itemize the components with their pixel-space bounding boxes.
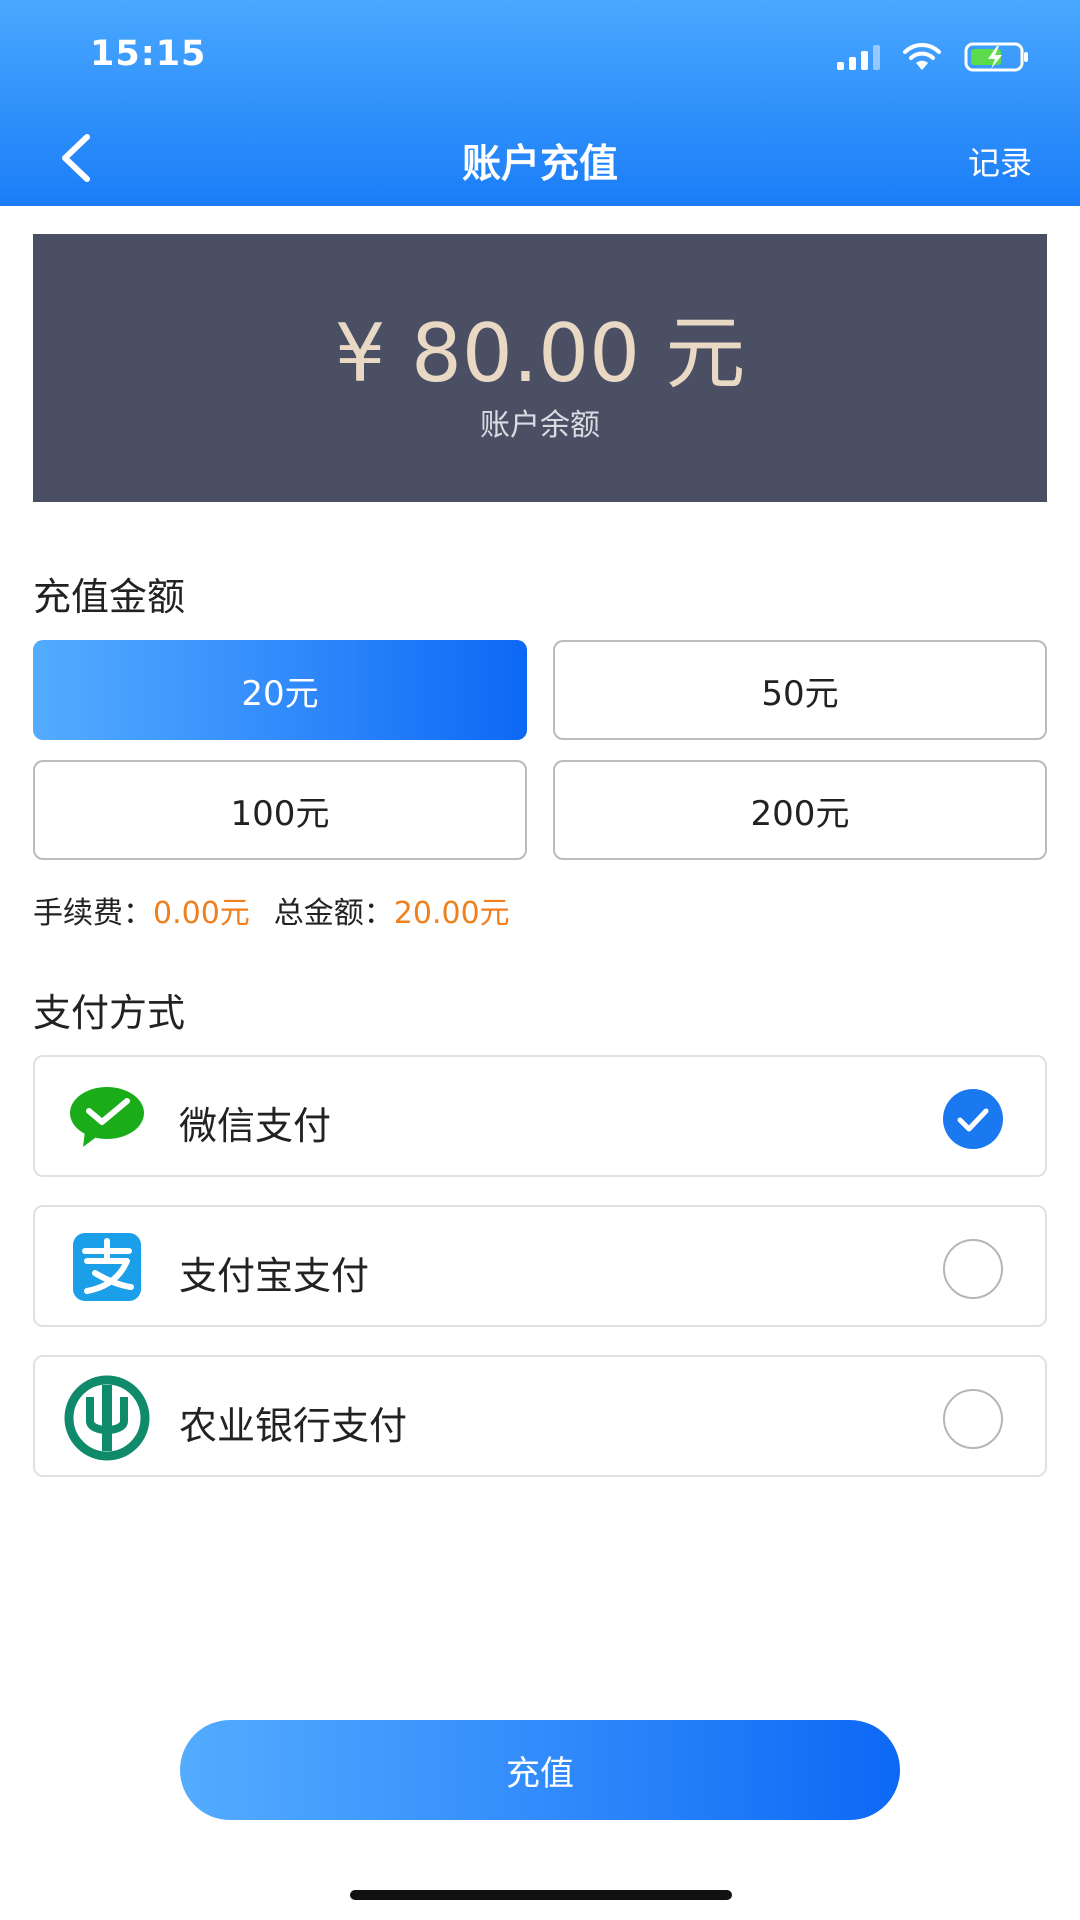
fee-value: 0.00元 — [153, 896, 250, 931]
home-indicator[interactable] — [350, 1890, 732, 1900]
payment-method-alipay[interactable]: 支付宝支付 — [33, 1205, 1047, 1327]
page-title: 账户充值 — [461, 142, 618, 187]
amount-option-label: 20元 — [241, 673, 319, 714]
fee-summary: 手续费： 0.00元 总金额： 20.00元 — [33, 888, 510, 932]
payment-section-title: 支付方式 — [33, 991, 186, 1035]
payment-method-abc-bank[interactable]: 农业银行支付 — [33, 1355, 1047, 1477]
status-icons — [837, 40, 1030, 74]
payment-method-wechat[interactable]: 微信支付 — [33, 1055, 1047, 1177]
balance-amount: ¥ 80.00 元 — [334, 307, 746, 400]
wifi-icon — [903, 42, 941, 70]
battery-icon — [964, 42, 1028, 72]
amount-option-label: 100元 — [230, 793, 330, 834]
wechat-pay-icon — [70, 1087, 144, 1147]
amount-option-100[interactable]: 100元 — [33, 760, 527, 860]
amount-option-200[interactable]: 200元 — [553, 760, 1047, 860]
signal-icon — [837, 44, 880, 70]
radio-unchecked[interactable] — [943, 1389, 1003, 1449]
header-bar: 15:15 账户充值 记录 — [0, 0, 1080, 206]
status-time: 15:15 — [90, 34, 207, 74]
balance-card: ¥ 80.00 元 账户余额 — [33, 234, 1047, 502]
recharge-button[interactable]: 充值 — [180, 1720, 900, 1820]
amount-option-label: 200元 — [750, 793, 850, 834]
payment-method-label: 支付宝支付 — [179, 1254, 370, 1298]
alipay-icon — [73, 1233, 141, 1301]
total-label: 总金额： — [273, 896, 394, 931]
payment-method-label: 农业银行支付 — [179, 1404, 408, 1448]
payment-method-label: 微信支付 — [179, 1104, 332, 1148]
balance-label: 账户余额 — [480, 408, 600, 443]
total-value: 20.00元 — [393, 896, 510, 931]
check-icon — [957, 1108, 989, 1132]
fee-label: 手续费： — [33, 896, 153, 931]
amount-option-label: 50元 — [761, 673, 839, 714]
radio-unchecked[interactable] — [943, 1239, 1003, 1299]
amount-option-20[interactable]: 20元 — [33, 640, 527, 740]
record-link[interactable]: 记录 — [968, 138, 1032, 184]
amount-option-50[interactable]: 50元 — [553, 640, 1047, 740]
radio-checked[interactable] — [943, 1089, 1003, 1149]
abc-bank-icon — [64, 1375, 150, 1461]
recharge-button-label: 充值 — [506, 1753, 574, 1794]
amount-section-title: 充值金额 — [33, 575, 186, 619]
